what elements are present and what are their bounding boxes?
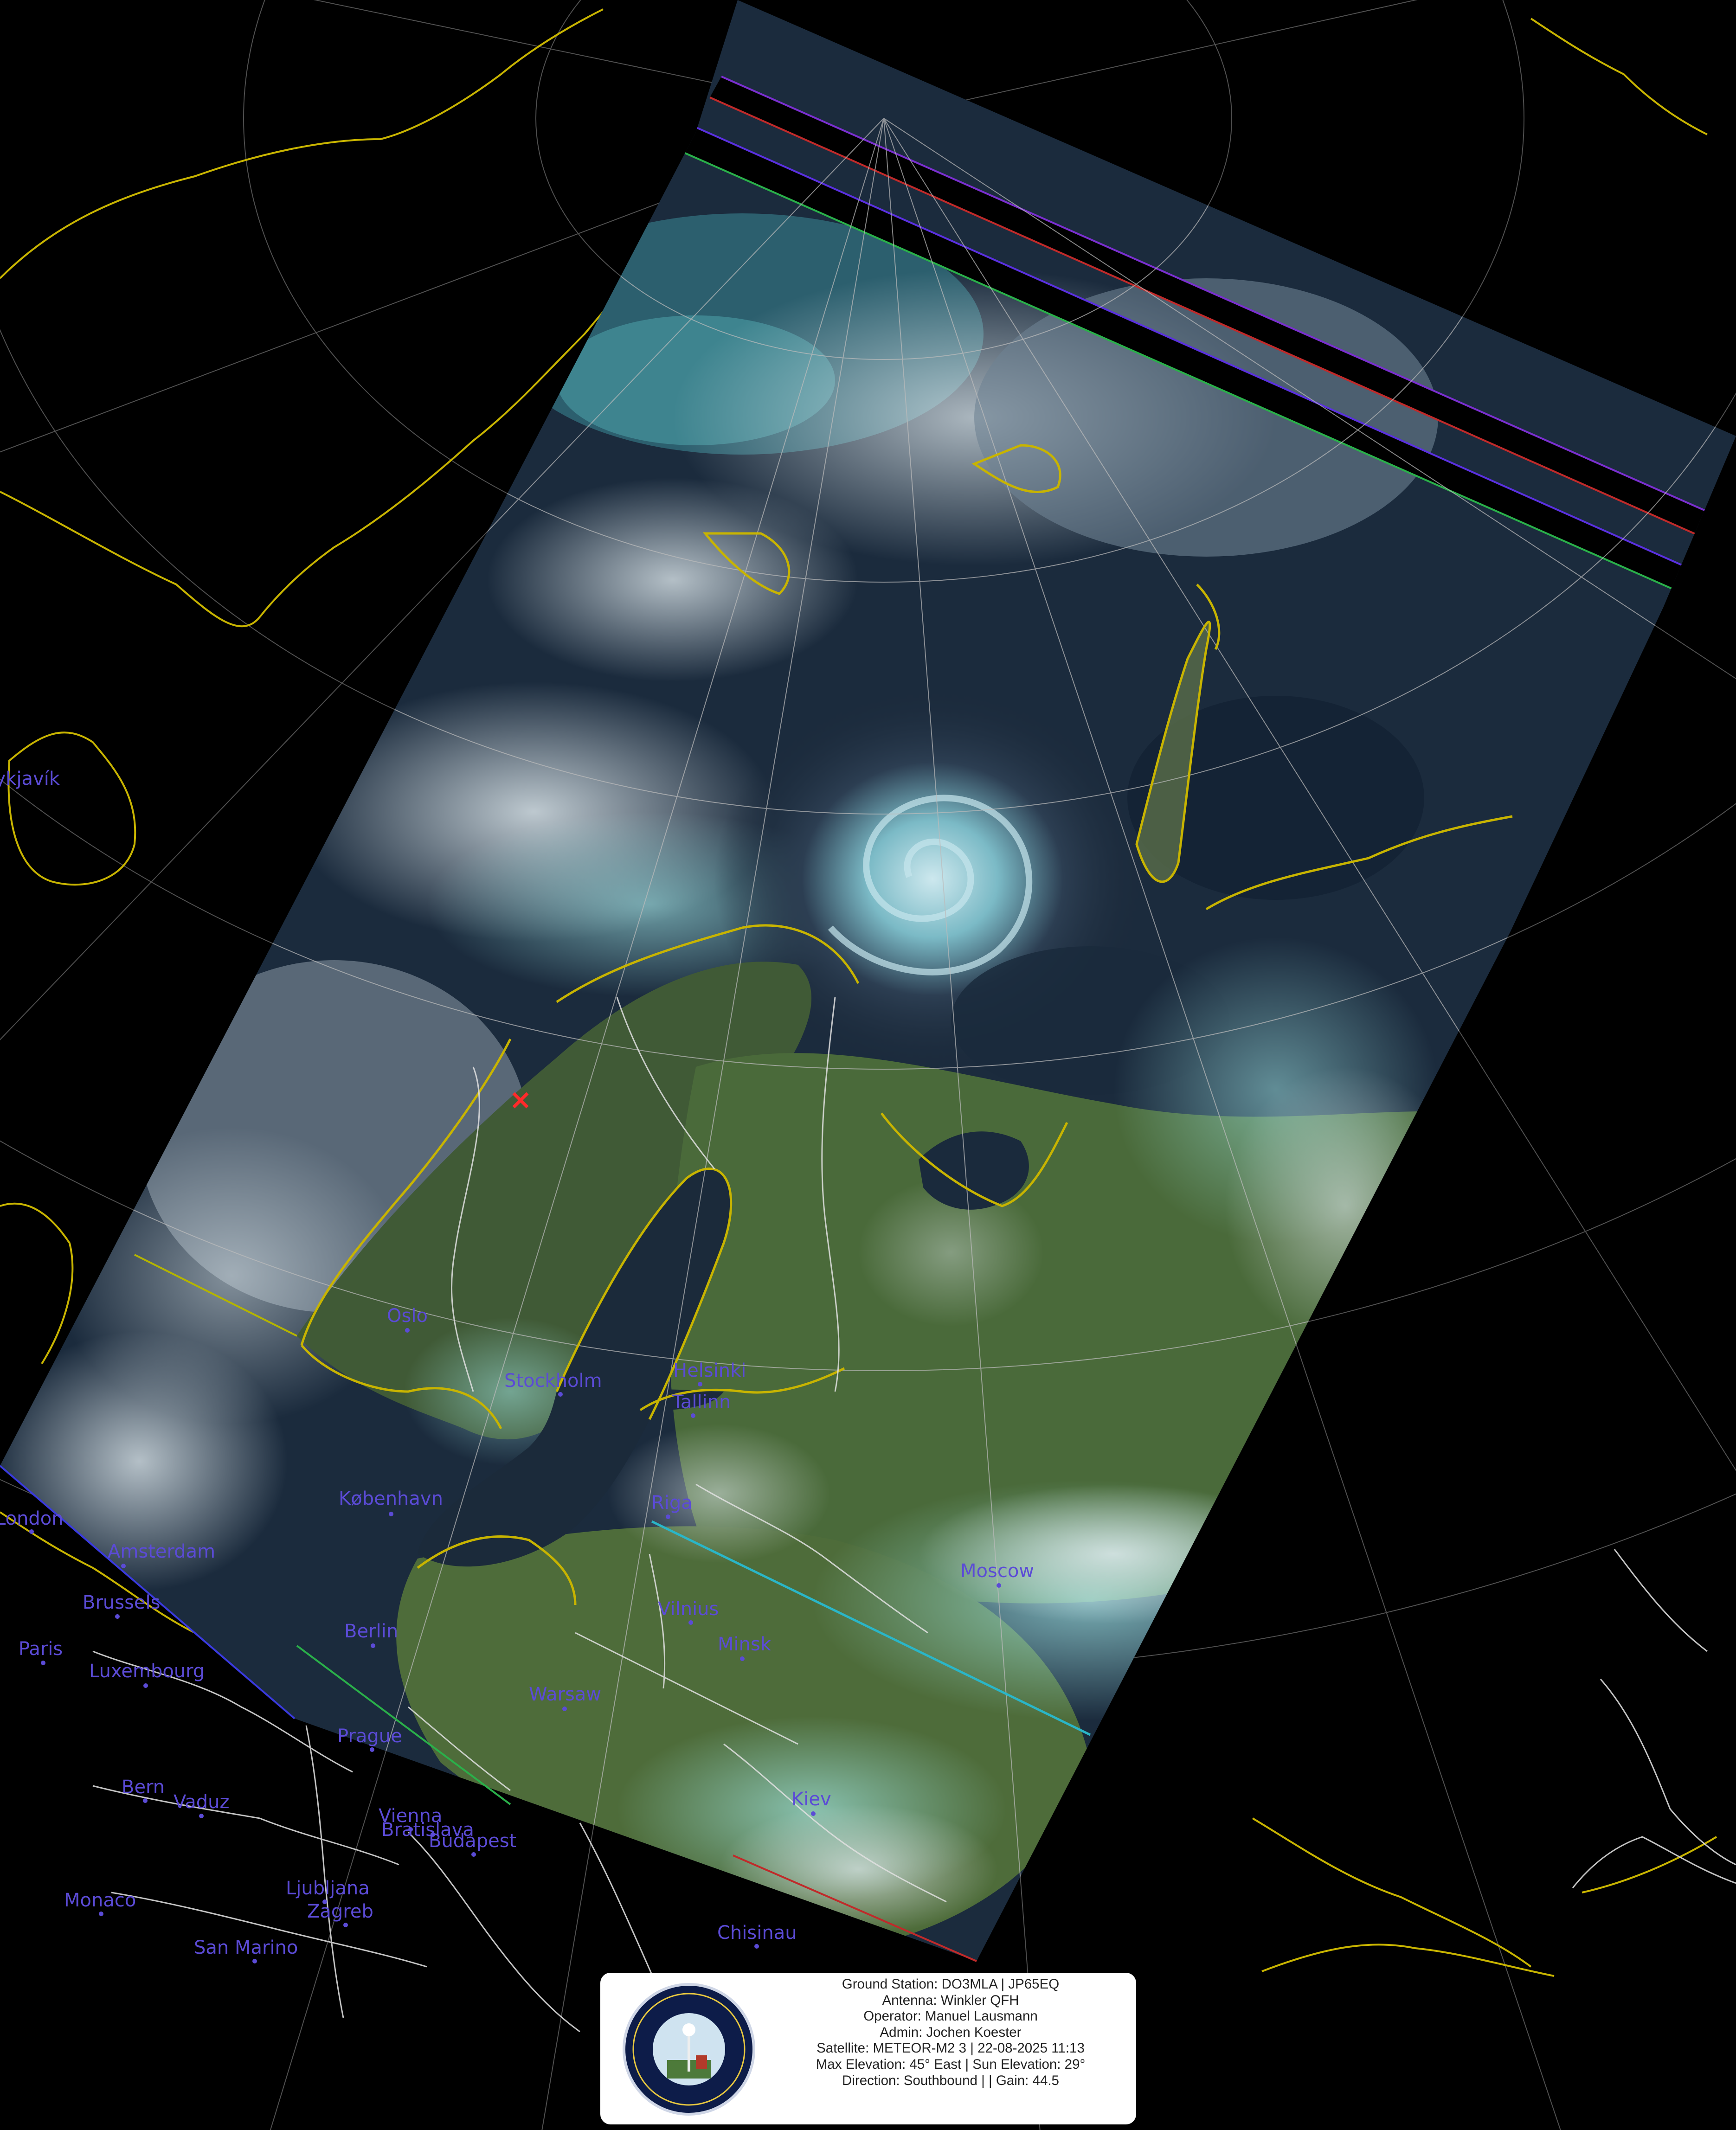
- city-label-oslo: Oslo: [387, 1305, 428, 1327]
- city-dot-berlin: [371, 1643, 375, 1648]
- city-dot-moscow: [997, 1583, 1001, 1588]
- city-label-prague: Prague: [337, 1726, 402, 1747]
- city-dot-chisinau: [754, 1944, 759, 1949]
- city-dot-monaco: [99, 1912, 103, 1916]
- city-dot-helsinki: [698, 1382, 702, 1386]
- city-label-zagreb: Zagreb: [307, 1901, 373, 1922]
- ground-station-line: Ground Station: DO3MLA | JP65EQ: [842, 1976, 1060, 1992]
- city-dot-san-marino: [252, 1959, 257, 1963]
- city-dot-kobenhavn: [389, 1512, 393, 1516]
- city-dot-minsk: [740, 1656, 745, 1661]
- city-label-vilnius: Vilnius: [658, 1598, 719, 1620]
- city-dot-tallinn: [691, 1413, 695, 1418]
- satellite-swath: [0, 0, 1736, 1961]
- city-dot-luxembourg: [143, 1683, 148, 1688]
- city-label-london: London: [0, 1508, 64, 1529]
- city-dot-brussels: [115, 1614, 120, 1619]
- city-label-chisinau: Chisinau: [717, 1922, 797, 1944]
- admin-line: Admin: Jochen Koester: [880, 2024, 1022, 2040]
- satellite-line: Satellite: METEOR-M2 3 | 22-08-2025 11:1…: [817, 2040, 1085, 2056]
- info-panel: Ground Station: DO3MLA | JP65EQ Antenna:…: [600, 1973, 1136, 2124]
- city-dot-amsterdam: [121, 1564, 126, 1568]
- city-label-brussels: Brussels: [83, 1592, 160, 1613]
- city-dot-london: [29, 1529, 34, 1534]
- city-dot-riga: [666, 1514, 670, 1519]
- city-label-stockholm: Stockholm: [504, 1370, 602, 1392]
- city-dot-bern: [143, 1798, 148, 1803]
- city-dot-vaduz: [199, 1814, 204, 1818]
- city-dot-prague: [370, 1747, 374, 1752]
- city-label-san-marino: San Marino: [194, 1937, 298, 1958]
- city-dot-stockholm: [558, 1392, 563, 1397]
- antenna-line: Antenna: Winkler QFH: [882, 1992, 1019, 2008]
- ground-station-logo-icon: [623, 1983, 755, 2116]
- city-label-monaco: Monaco: [64, 1890, 136, 1911]
- city-dot-kiev: [811, 1811, 816, 1816]
- direction-line: Direction: Southbound | | Gain: 44.5: [842, 2072, 1059, 2088]
- city-label-luxembourg: Luxembourg: [89, 1661, 205, 1682]
- city-label-warsaw: Warsaw: [529, 1684, 601, 1705]
- city-dot-oslo: [405, 1328, 410, 1333]
- city-label-reykjavik: Reykjavík: [0, 768, 60, 789]
- city-dot-vilnius: [688, 1620, 693, 1625]
- city-label-helsinki: Helsinki: [673, 1360, 746, 1381]
- city-label-minsk: Minsk: [718, 1634, 772, 1655]
- satellite-map: Reykjavík London Amsterdam Brussels Pari…: [0, 0, 1736, 2130]
- city-label-berlin: Berlin: [344, 1621, 398, 1642]
- city-dot-budapest: [471, 1852, 476, 1857]
- city-label-amsterdam: Amsterdam: [108, 1541, 215, 1562]
- city-label-kobenhavn: København: [339, 1488, 443, 1509]
- city-dot-paris: [41, 1661, 45, 1665]
- city-label-bern: Bern: [122, 1777, 165, 1798]
- operator-line: Operator: Manuel Lausmann: [863, 2008, 1038, 2024]
- city-label-kiev: Kiev: [791, 1789, 831, 1810]
- city-dot-warsaw: [562, 1707, 567, 1711]
- city-label-paris: Paris: [19, 1638, 63, 1660]
- city-label-tallinn: Tallinn: [672, 1392, 731, 1413]
- city-label-moscow: Moscow: [960, 1560, 1034, 1582]
- city-label-ljubljana: Ljubljana: [286, 1878, 370, 1899]
- city-dot-zagreb: [343, 1923, 348, 1927]
- info-text: Ground Station: DO3MLA | JP65EQ Antenna:…: [772, 1976, 1129, 2089]
- city-label-riga: Riga: [651, 1492, 693, 1514]
- elevation-line: Max Elevation: 45° East | Sun Elevation:…: [816, 2056, 1086, 2072]
- city-label-budapest: Budapest: [429, 1830, 516, 1852]
- city-label-vaduz: Vaduz: [174, 1791, 230, 1813]
